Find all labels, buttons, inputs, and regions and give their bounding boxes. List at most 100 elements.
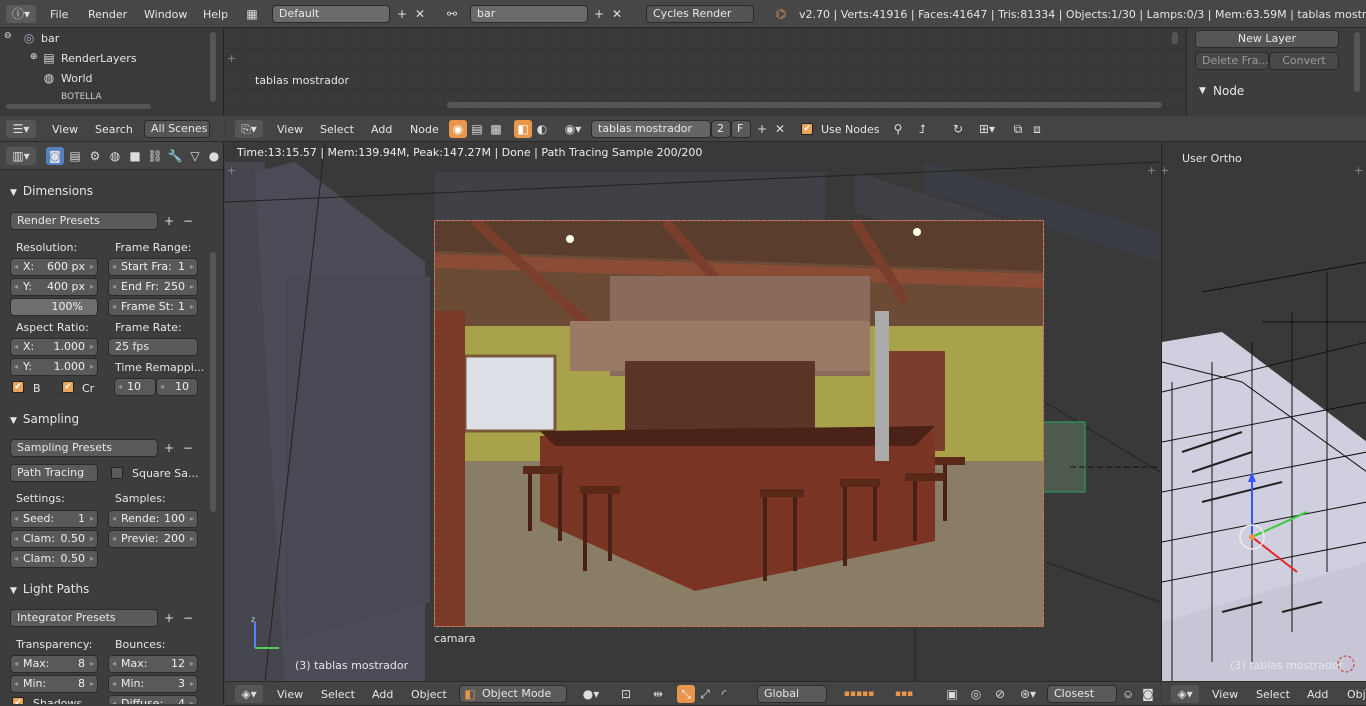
remove-preset-icon[interactable]: − — [179, 212, 197, 230]
outliner-expand-icon[interactable]: ⊖ — [4, 31, 12, 41]
object-shader-icon[interactable]: ◧ — [514, 120, 532, 138]
light-paths-panel-header[interactable]: ▼ Light Paths — [4, 578, 202, 600]
renderlayers-tab-icon[interactable]: ▤ — [66, 147, 84, 165]
snap-target-select[interactable]: Closest — [1047, 685, 1117, 703]
auto-render-icon[interactable]: ↻ — [949, 120, 967, 138]
outliner-expand-icon[interactable]: ⊕ — [30, 52, 38, 62]
viewport-menu-select[interactable]: Select — [321, 688, 355, 701]
outliner-menu-view[interactable]: View — [52, 123, 78, 136]
paste-nodes-icon[interactable]: ⧈ — [1028, 120, 1046, 138]
snap-icon[interactable]: ⊞▾ — [973, 120, 1001, 138]
world-shader-icon[interactable]: ◐ — [533, 120, 551, 138]
bounces-max-field[interactable]: ◂ Max: 12 ▸ — [108, 655, 198, 673]
snap-element-icon[interactable]: ⊛▾ — [1015, 685, 1041, 703]
viewport-menu-view[interactable]: View — [277, 688, 303, 701]
preview-samples-field[interactable]: ◂ Previe: 200 ▸ — [108, 530, 198, 548]
frame-step-field[interactable]: ◂ Frame St: 1 ▸ — [108, 298, 198, 316]
outliner-display-select[interactable]: All Scenes — [144, 120, 210, 138]
rotate-icon[interactable]: ⤢ — [696, 685, 714, 703]
integrator-presets-select[interactable]: Integrator Presets — [10, 609, 158, 627]
border-checkbox[interactable]: ✔ — [12, 381, 24, 393]
frame-start-field[interactable]: ◂ Start Fra: 1 ▸ — [108, 258, 198, 276]
outliner-item-bar[interactable]: bar — [41, 32, 59, 45]
parent-tree-icon[interactable]: ⮥ — [913, 120, 931, 138]
outliner-item-world[interactable]: World — [61, 72, 93, 85]
node-menu-add[interactable]: Add — [371, 123, 392, 136]
info-editor-icon[interactable]: ⓘ▾ — [6, 5, 36, 23]
properties-editor-icon[interactable]: ▥▾ — [6, 147, 36, 165]
world-tab-icon[interactable]: ◍ — [106, 147, 124, 165]
remove-scene-icon[interactable]: ✕ — [608, 5, 626, 23]
modifiers-tab-icon[interactable]: 🔧 — [166, 147, 184, 165]
sampling-method-select[interactable]: Path Tracing — [10, 464, 98, 482]
viewport-menu-add[interactable]: Add — [372, 688, 393, 701]
crop-checkbox[interactable]: ✔ — [62, 381, 74, 393]
aspect-x-field[interactable]: ◂ X: 1.000 ▸ — [10, 338, 98, 356]
render-samples-field[interactable]: ◂ Rende: 100 ▸ — [108, 510, 198, 528]
aspect-y-field[interactable]: ◂ Y: 1.000 ▸ — [10, 358, 98, 376]
transparency-min-field[interactable]: ◂ Min: 8 ▸ — [10, 675, 98, 693]
outliner-menu-search[interactable]: Search — [95, 123, 133, 136]
render-engine-select[interactable]: Cycles Render — [646, 5, 754, 23]
top-view-scrollbar[interactable] — [447, 102, 1162, 108]
node-menu-select[interactable]: Select — [320, 123, 354, 136]
viewport-menu-object[interactable]: Object — [411, 688, 447, 701]
new-material-icon[interactable]: + — [753, 120, 771, 138]
new-layer-button[interactable]: New Layer — [1195, 30, 1339, 48]
frame-end-field[interactable]: ◂ End Fr: 250 ▸ — [108, 278, 198, 296]
screen-layout-field[interactable]: Default — [272, 5, 390, 23]
data-tab-icon[interactable]: ▽ — [186, 147, 204, 165]
bounces-min-field[interactable]: ◂ Min: 3 ▸ — [108, 675, 198, 693]
node-editor-type-icon[interactable]: ⎘▾ — [235, 120, 263, 138]
properties-scrollbar[interactable] — [210, 252, 216, 512]
main-viewport[interactable]: Time:13:15.57 | Mem:139.94M, Peak:147.27… — [225, 142, 1160, 681]
convert-button[interactable]: Convert — [1269, 52, 1339, 70]
right-menu-object[interactable]: Obj — [1347, 688, 1366, 701]
add-sampling-preset-icon[interactable]: + — [160, 439, 178, 457]
time-remap-new-field[interactable]: ◂ 10 — [156, 378, 198, 396]
clamp-indirect-field[interactable]: ◂ Clam: 0.50 ▸ — [10, 550, 98, 568]
node-panel-scrollbar[interactable] — [1354, 32, 1360, 92]
material-users-field[interactable]: 2 — [711, 120, 731, 138]
right-menu-select[interactable]: Select — [1256, 688, 1290, 701]
resolution-percent-field[interactable]: 100% — [10, 298, 98, 316]
delete-frame-button[interactable]: Delete Fra... — [1195, 52, 1269, 70]
shading-icon[interactable]: ●▾ — [577, 685, 605, 703]
remove-layout-icon[interactable]: ✕ — [411, 5, 429, 23]
editor-type-3d-icon[interactable]: ◈▾ — [235, 685, 263, 703]
node-menu-node[interactable]: Node — [410, 123, 439, 136]
menu-file[interactable]: File — [50, 8, 68, 21]
time-remap-old-field[interactable]: ◂ 10 — [114, 378, 156, 396]
shader-nodes-icon[interactable]: ◉ — [449, 120, 467, 138]
material-tab-icon[interactable]: ● — [205, 147, 223, 165]
menu-help[interactable]: Help — [203, 8, 228, 21]
pin-icon[interactable]: ⚲ — [889, 120, 907, 138]
layers-grid2-icon[interactable]: ▪▪▪ — [889, 685, 919, 703]
add-preset-icon[interactable]: + — [160, 212, 178, 230]
scene-icon[interactable]: ⚯ — [443, 5, 461, 23]
resolution-y-field[interactable]: ◂ Y: 400 px ▸ — [10, 278, 98, 296]
clamp-direct-field[interactable]: ◂ Clam: 0.50 ▸ — [10, 530, 98, 548]
manipulator-icon[interactable]: ⇹ — [649, 685, 667, 703]
texture-nodes-icon[interactable]: ▩ — [487, 120, 505, 138]
sampling-presets-select[interactable]: Sampling Presets — [10, 439, 158, 457]
square-samples-checkbox[interactable] — [111, 467, 123, 479]
frame-rate-select[interactable]: 25 fps — [108, 338, 198, 356]
remove-sampling-preset-icon[interactable]: − — [179, 439, 197, 457]
compositing-nodes-icon[interactable]: ▤ — [468, 120, 486, 138]
seed-field[interactable]: ◂ Seed: 1 ▸ — [10, 510, 98, 528]
material-browse-icon[interactable]: ◉▾ — [559, 120, 587, 138]
right-menu-add[interactable]: Add — [1307, 688, 1328, 701]
proportional-edit-icon[interactable]: ◎ — [967, 685, 985, 703]
object-tab-icon[interactable]: ■ — [126, 147, 144, 165]
outliner-item-renderlayers[interactable]: RenderLayers — [61, 52, 137, 65]
viewport-plus-icon[interactable]: + — [227, 164, 236, 177]
outliner-scrollbar[interactable] — [210, 32, 216, 102]
transparency-max-field[interactable]: ◂ Max: 8 ▸ — [10, 655, 98, 673]
translate-icon[interactable]: ⤡ — [677, 685, 695, 703]
remove-integrator-preset-icon[interactable]: − — [179, 609, 197, 627]
orientation-select[interactable]: Global — [757, 685, 827, 703]
add-integrator-preset-icon[interactable]: + — [160, 609, 178, 627]
fake-user-button[interactable]: F — [731, 120, 751, 138]
outliner-editor-icon[interactable]: ☰▾ — [6, 120, 36, 138]
